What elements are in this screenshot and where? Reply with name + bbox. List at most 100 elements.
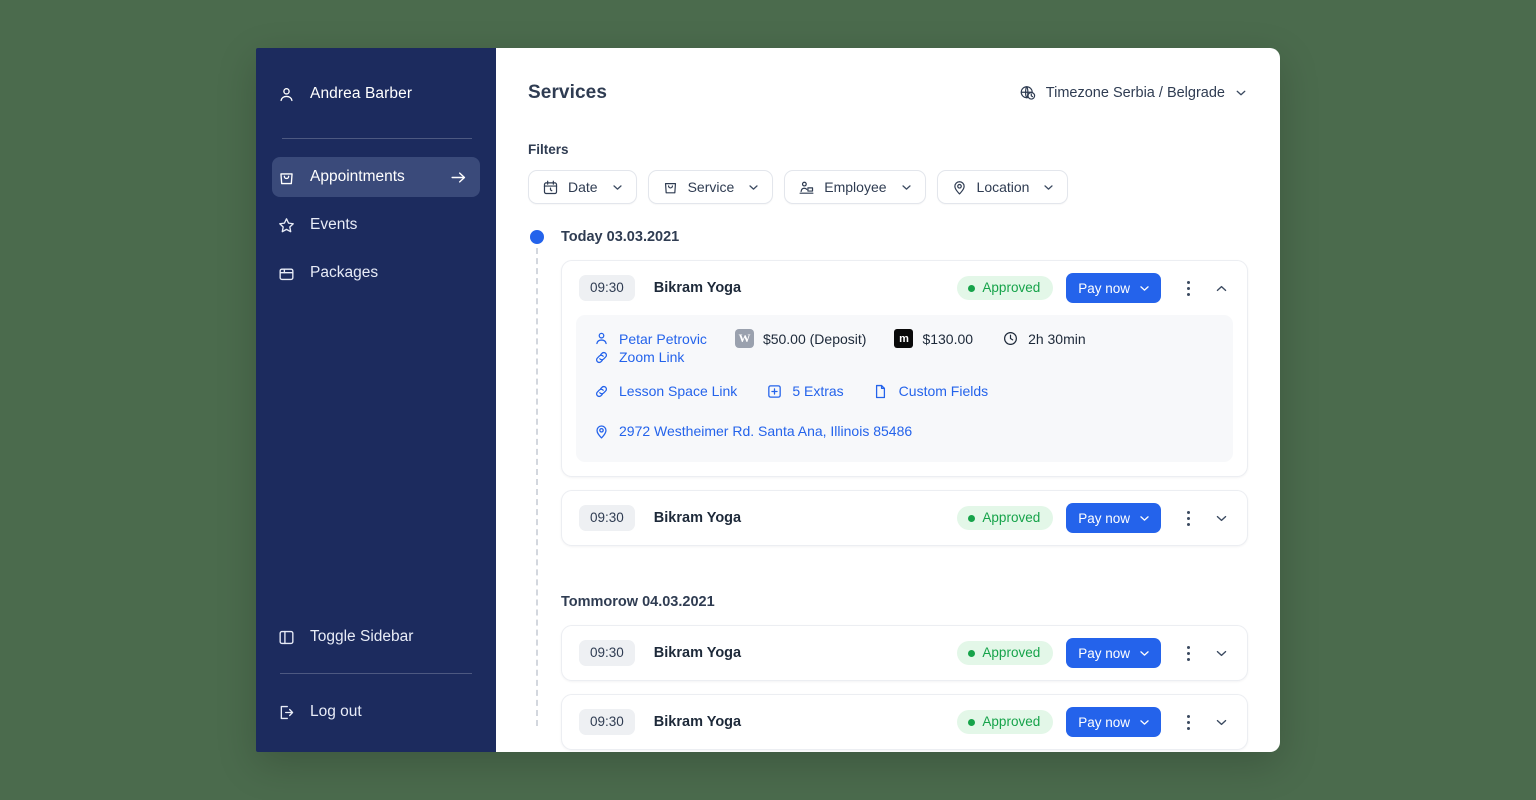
status-badge: Approved [957,641,1054,665]
detail-customer[interactable]: Petar Petrovic [592,330,707,348]
timeline-group-header: Tommorow 04.03.2021 [528,591,1248,613]
chevron-down-icon [747,181,760,194]
link-icon [592,348,610,366]
appointment-row[interactable]: 09:30 Bikram Yoga Approved Pay now [562,695,1247,749]
arrow-right-icon [448,167,468,187]
chevron-down-icon [1234,86,1248,100]
detail-text: 5 Extras [792,383,844,399]
more-options-icon[interactable] [1177,504,1199,532]
filter-label: Employee [824,179,887,195]
expand-chevron-down-icon[interactable] [1209,639,1233,667]
expand-chevron-down-icon[interactable] [1209,708,1233,736]
chevron-down-icon [1138,647,1151,660]
collapse-chevron-up-icon[interactable] [1209,274,1233,302]
detail-custom-fields[interactable]: Custom Fields [872,382,988,400]
more-options-icon[interactable] [1177,274,1199,302]
sidebar-item-log-out[interactable]: Log out [272,692,480,732]
pay-now-label: Pay now [1078,280,1130,296]
appointment-details-row-1: Petar Petrovic W $50.00 (Deposit) m $130… [592,329,1217,366]
more-options-icon[interactable] [1177,708,1199,736]
main-panel: Services Timezone Serbia / Belgrade Filt… [496,48,1280,752]
sidebar-item-label: Events [310,216,358,233]
star-icon [276,215,296,235]
package-icon [276,263,296,283]
detail-duration: 2h 30min [1001,330,1086,348]
filter-service-button[interactable]: Service [647,170,774,204]
chevron-down-icon [1138,512,1151,525]
map-pin-icon [951,179,968,196]
status-label: Approved [982,645,1041,661]
sidebar-user-name: Andrea Barber [310,85,413,102]
filter-employee-button[interactable]: Employee [784,170,926,204]
timeline-group-spacer [528,559,1248,591]
timezone-selector[interactable]: Timezone Serbia / Belgrade [1019,84,1248,102]
sidebar-item-label: Toggle Sidebar [310,628,414,645]
appointment-row[interactable]: 09:30 Bikram Yoga Approved Pay now [562,491,1247,545]
pay-now-label: Pay now [1078,645,1130,661]
appointment-time: 09:30 [579,709,635,735]
sidebar-item-appointments[interactable]: Appointments [272,157,480,197]
app-window: Andrea Barber Appointments Events Packag… [256,48,1280,752]
chevron-down-icon [1138,282,1151,295]
appointment-service-name: Bikram Yoga [653,510,742,526]
detail-text: Lesson Space Link [619,383,738,399]
chevron-down-icon [900,181,913,194]
appointment-row[interactable]: 09:30 Bikram Yoga Approved Pay now [562,626,1247,680]
appointment-service-name: Bikram Yoga [653,645,742,661]
user-icon [592,330,610,348]
appointment-time: 09:30 [579,640,635,666]
status-badge: Approved [957,506,1054,530]
timeline-dot-today [528,228,546,246]
status-label: Approved [982,510,1041,526]
page-header: Services Timezone Serbia / Belgrade [528,78,1248,108]
pay-now-label: Pay now [1078,714,1130,730]
filter-label: Service [687,179,735,195]
sidebar-divider-top [282,138,472,139]
appointment-time: 09:30 [579,505,635,531]
sidebar-item-events[interactable]: Events [272,205,480,245]
detail-text: $130.00 [922,330,974,347]
appointment-card: 09:30 Bikram Yoga Approved Pay now [561,694,1248,750]
sidebar-user[interactable]: Andrea Barber [256,76,496,112]
detail-extras[interactable]: 5 Extras [765,382,844,400]
chevron-down-icon [1138,716,1151,729]
status-dot-icon [968,718,976,726]
globe-clock-icon [1019,84,1037,102]
status-dot-icon [968,649,976,657]
pay-now-button[interactable]: Pay now [1066,638,1161,668]
expand-chevron-down-icon[interactable] [1209,504,1233,532]
timeline-date-label: Tommorow 04.03.2021 [561,594,715,610]
mollie-icon: m [894,329,914,348]
appointment-time: 09:30 [579,275,635,301]
sidebar-item-toggle-sidebar[interactable]: Toggle Sidebar [272,617,480,657]
sidebar-divider-bottom [280,673,472,674]
detail-lesson-space-link[interactable]: Lesson Space Link [592,382,737,400]
detail-location[interactable]: 2972 Westheimer Rd. Santa Ana, Illinois … [592,422,912,440]
pay-now-button[interactable]: Pay now [1066,503,1161,533]
chevron-down-icon [1042,181,1055,194]
appointment-card: 09:30 Bikram Yoga Approved Pay now [561,625,1248,681]
link-icon [592,382,610,400]
detail-text: Zoom Link [619,349,685,365]
detail-text: 2h 30min [1028,330,1086,347]
pay-now-label: Pay now [1078,510,1130,526]
appointment-service-name: Bikram Yoga [653,280,742,296]
plus-square-icon [765,382,783,400]
timeline-group-header: Today 03.03.2021 [528,226,1248,248]
filter-location-button[interactable]: Location [936,170,1069,204]
detail-text: $50.00 (Deposit) [762,330,867,347]
filter-date-button[interactable]: Date [528,170,637,204]
appointment-service-name: Bikram Yoga [653,714,742,730]
pay-now-button[interactable]: Pay now [1066,707,1161,737]
status-dot-icon [968,284,976,292]
more-options-icon[interactable] [1177,639,1199,667]
appointment-row[interactable]: 09:30 Bikram Yoga Approved Pay now [562,261,1247,315]
filter-label: Location [976,179,1030,195]
status-badge: Approved [957,276,1054,300]
sidebar-item-packages[interactable]: Packages [272,253,480,293]
calendar-clock-icon [542,179,559,196]
pay-now-button[interactable]: Pay now [1066,273,1161,303]
bag-icon [276,167,296,187]
detail-zoom-link[interactable]: Zoom Link [592,348,684,366]
detail-text: Petar Petrovic [619,330,707,347]
